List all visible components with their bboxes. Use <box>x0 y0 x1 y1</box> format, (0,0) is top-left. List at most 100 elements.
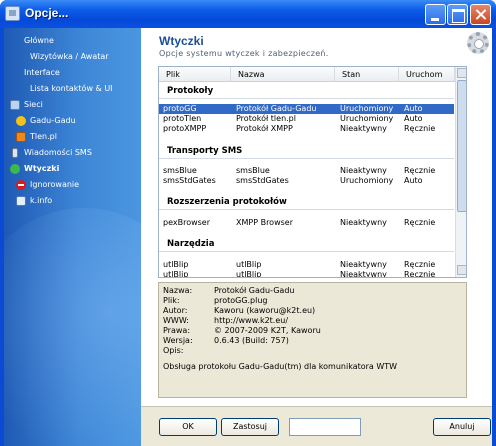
column-header-uruchom[interactable]: Uruchom <box>399 67 455 82</box>
sidebar-item-kinfo[interactable]: k.info <box>16 194 52 208</box>
detail-label: Nazwa: <box>163 286 193 295</box>
page-title: Wtyczki <box>159 34 204 48</box>
sidebar: Główne Wizytówka / Awatar Interface List… <box>4 28 141 446</box>
cancel-button[interactable]: Anuluj <box>433 418 491 436</box>
cell-name: XMPP Browser <box>236 218 293 227</box>
cell-file: protoTlen <box>163 114 202 123</box>
cell-file: smsBlue <box>163 166 197 175</box>
plugin-list[interactable]: Plik Nazwa Stan Uruchom Protokoły protoG… <box>158 66 467 278</box>
plugin-icon <box>10 164 20 174</box>
vertical-scrollbar[interactable] <box>455 67 466 277</box>
group-header: Rozszerzenia protokołów <box>167 197 287 207</box>
minimize-button[interactable] <box>425 4 446 25</box>
detail-value: © 2007-2009 K2T, Kaworu <box>214 326 321 335</box>
table-row[interactable]: protoTlen Protokół tlen.pl Uruchomiony A… <box>159 114 454 124</box>
sidebar-item-label: Gadu-Gadu <box>30 116 76 125</box>
cell-file: utlBlip <box>163 270 189 278</box>
detail-label: WWW: <box>163 316 189 325</box>
table-row[interactable]: pexBrowser XMPP Browser Nieaktywny Ręczn… <box>159 218 454 228</box>
tlen-icon <box>16 132 26 142</box>
cell-state: Nieaktywny <box>340 270 387 278</box>
sidebar-item-tlen[interactable]: Tlen.pl <box>16 130 57 144</box>
table-row[interactable]: smsStdGates smsStdGates Uruchomiony Auto <box>159 176 454 186</box>
sidebar-item-lista-kontaktow[interactable]: Lista kontaktów & UI <box>30 82 113 96</box>
sidebar-item-sms[interactable]: Wiadomości SMS <box>10 146 92 160</box>
table-row[interactable]: smsBlue smsBlue Nieaktywny Ręcznie <box>159 166 454 176</box>
detail-label: Opis: <box>163 346 184 355</box>
sidebar-item-label: Tlen.pl <box>30 132 57 141</box>
sidebar-item-sieci[interactable]: Sieci <box>10 98 43 112</box>
cell-name: Protokół Gadu-Gadu <box>236 104 317 113</box>
close-button[interactable] <box>470 4 491 25</box>
window-title: Opcje... <box>25 6 69 20</box>
app-icon <box>5 6 20 21</box>
client-area: Główne Wizytówka / Awatar Interface List… <box>4 28 492 446</box>
column-header-stan[interactable]: Stan <box>335 67 399 82</box>
group-divider <box>159 209 454 210</box>
button-bar: OK Zastosuj Anuluj <box>141 406 492 446</box>
info-icon <box>16 196 26 206</box>
main-panel: Wtyczki Opcje systemu wtyczek i zabezpie… <box>141 28 492 406</box>
column-header-nazwa[interactable]: Nazwa <box>231 67 335 82</box>
group-divider <box>159 98 454 99</box>
table-row[interactable]: utlBlip utlBlip Nieaktywny Ręcznie <box>159 260 454 270</box>
sidebar-item-label: Wtyczki <box>24 164 60 173</box>
cell-state: Nieaktywny <box>340 166 387 175</box>
block-icon <box>16 180 26 190</box>
options-window: Opcje... Główne Wizytówka / Awatar Inter… <box>0 0 496 446</box>
apply-button[interactable]: Zastosuj <box>221 418 279 436</box>
cell-state: Uruchomiony <box>340 176 394 185</box>
sidebar-item-label: Główne <box>24 36 54 45</box>
cell-file: protoXMPP <box>163 124 207 133</box>
detail-value: protoGG.plug <box>214 296 268 305</box>
group-header: Narzędzia <box>167 239 215 249</box>
cell-name: Protokół XMPP <box>236 124 293 133</box>
cell-run: Ręcznie <box>404 218 436 227</box>
sidebar-item-wtyczki[interactable]: Wtyczki <box>10 162 59 176</box>
sidebar-item-label: k.info <box>30 196 53 205</box>
cell-run: Auto <box>404 114 423 123</box>
sidebar-item-label: Wiadomości SMS <box>24 148 92 157</box>
detail-label: Plik: <box>163 296 180 305</box>
ok-button[interactable]: OK <box>159 418 217 436</box>
scroll-thumb[interactable] <box>457 80 466 212</box>
sidebar-item-interface[interactable]: Interface <box>24 66 60 80</box>
title-bar[interactable]: Opcje... <box>0 0 496 28</box>
sidebar-item-label: Interface <box>24 68 60 77</box>
detail-value: Protokół Gadu-Gadu <box>214 286 295 295</box>
column-header-plik[interactable]: Plik <box>159 67 231 82</box>
cell-run: Ręcznie <box>404 124 436 133</box>
cell-run: Ręcznie <box>404 166 436 175</box>
table-row[interactable]: protoGG Protokół Gadu-Gadu Uruchomiony A… <box>159 104 454 114</box>
cell-file: smsStdGates <box>163 176 216 185</box>
sidebar-item-wizytowka[interactable]: Wizytówka / Awatar <box>30 50 109 64</box>
cell-state: Nieaktywny <box>340 124 387 133</box>
cell-file: protoGG <box>163 104 197 113</box>
detail-value: Kaworu (kaworu@k2t.eu) <box>214 306 316 315</box>
group-divider <box>159 158 454 159</box>
table-row[interactable]: utlBlip utlBlip Nieaktywny Ręcznie <box>159 270 454 278</box>
group-divider <box>159 251 454 252</box>
sidebar-item-label: Lista kontaktów & UI <box>30 84 113 93</box>
sidebar-item-label: Ignorowanie <box>30 180 80 189</box>
cell-name: smsBlue <box>236 166 270 175</box>
sidebar-item-ignorowanie[interactable]: Ignorowanie <box>16 178 79 192</box>
network-icon <box>10 100 20 110</box>
sidebar-item-glowne[interactable]: Główne <box>24 34 54 48</box>
detail-label: Autor: <box>163 306 188 315</box>
sidebar-item-label: Sieci <box>24 100 43 109</box>
page-subtitle: Opcje systemu wtyczek i zabezpieczeń. <box>159 49 329 58</box>
scroll-down-button[interactable] <box>457 265 466 275</box>
cell-run: Ręcznie <box>404 270 436 278</box>
cell-name: smsStdGates <box>236 176 289 185</box>
sidebar-item-gadu-gadu[interactable]: Gadu-Gadu <box>16 114 76 128</box>
cell-file: utlBlip <box>163 260 189 269</box>
plugin-description: Obsługa protokołu Gadu-Gadu(tm) dla komu… <box>163 362 398 371</box>
blank-field[interactable] <box>289 418 361 436</box>
scroll-up-button[interactable] <box>457 68 466 78</box>
cell-name: utlBlip <box>236 260 262 269</box>
detail-value: 0.6.43 (Build: 757) <box>214 336 289 345</box>
table-row[interactable]: protoXMPP Protokół XMPP Nieaktywny Ręczn… <box>159 124 454 134</box>
cell-run: Ręcznie <box>404 260 436 269</box>
maximize-button[interactable] <box>447 4 468 25</box>
